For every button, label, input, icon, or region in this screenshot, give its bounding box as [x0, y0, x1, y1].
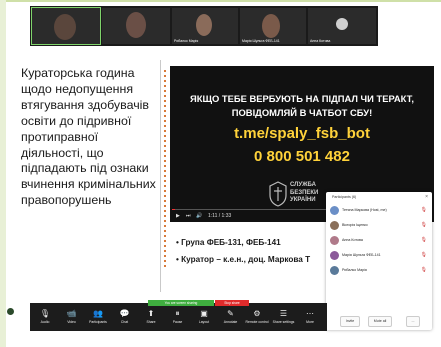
sbu-title-line: БЕЗПЕКИ [290, 189, 319, 196]
participant-row[interactable]: Анна Котова 🎙 [330, 234, 430, 248]
sbu-title: СЛУЖБА БЕЗПЕКИ УКРАЇНИ [290, 182, 318, 205]
toolbar-button-label: Participants [89, 320, 107, 324]
sbu-title-line: СЛУЖБА [290, 182, 316, 188]
screen-sharing-banner: You are screen sharing [148, 300, 214, 306]
video-time: 1:11 / 1:33 [208, 213, 232, 219]
microphone-icon[interactable]: 🎙 [421, 207, 427, 213]
toolbar-button-pause[interactable]: ⏸ Pause [166, 309, 190, 324]
participants-icon: 👥 [93, 309, 103, 318]
toolbar-button-label: Audio [40, 320, 50, 324]
slide-dotted-line [164, 70, 166, 270]
participant-name: Марія Шульга ФЕБ-141 [342, 253, 381, 257]
annotate-icon: ✎ [227, 309, 234, 318]
video-thumbnail-strip: Рибалко Марія Марія Шульга ФЕБ-141 Анна … [30, 6, 378, 46]
toolbar-button-label: Video [67, 320, 76, 324]
avatar [330, 266, 339, 275]
mute-all-button[interactable]: Mute all [368, 316, 392, 327]
avatar [330, 236, 339, 245]
toolbar-button-label: Annotate [223, 320, 238, 324]
toolbar-button-label: Pause [172, 320, 183, 324]
recording-indicator-icon [7, 308, 14, 315]
video-tile-name: Анна Котова [310, 39, 331, 43]
participant-row[interactable]: Вікторія Іщенко 🎙 [330, 219, 430, 233]
participant-name: Вікторія Іщенко [342, 223, 368, 227]
toolbar-button-label: Remote control [245, 320, 269, 324]
toolbar-button-label: Chat [120, 320, 129, 324]
toolbar-button-participants[interactable]: 👥 Participants [86, 309, 110, 324]
next-icon[interactable]: ⏭ [186, 213, 191, 219]
toolbar-button-layout[interactable]: ▣ Layout [192, 309, 216, 324]
participant-name: Анна Котова [342, 238, 363, 242]
video-tile-5[interactable]: Анна Котова [308, 8, 376, 44]
toolbar-button-annotate[interactable]: ✎ Annotate [219, 309, 243, 324]
microphone-icon[interactable]: 🎙 [421, 222, 427, 228]
toolbar-button-share[interactable]: ⬆ Share [139, 309, 163, 324]
toolbar-button-label: Layout [198, 320, 210, 324]
participants-title: Participants (6) [332, 195, 357, 199]
more-icon: ⋯ [306, 309, 314, 318]
participant-video [262, 14, 280, 38]
layout-icon: ▣ [200, 309, 208, 318]
invite-button[interactable]: Invite [340, 316, 360, 327]
video-headline-1: ЯКЩО ТЕБЕ ВЕРБУЮТЬ НА ПІДПАЛ ЧИ ТЕРАКТ, [189, 93, 415, 104]
share-icon: ⬆ [147, 309, 155, 318]
play-icon[interactable]: ▶ [176, 213, 180, 219]
video-tile-1[interactable] [31, 7, 101, 45]
toolbar-button-label: Share [146, 320, 156, 324]
video-phone-number: 0 800 501 482 [254, 148, 350, 165]
toolbar-button-remote-control[interactable]: ⚙ Remote control [245, 309, 269, 324]
microphone-icon[interactable]: 🎙 [421, 252, 427, 258]
bullet-text: Куратор – к.е.н., доц. Маркова Т [181, 255, 311, 264]
avatar [330, 251, 339, 260]
toolbar-button-label: Share settings [272, 320, 295, 324]
bullet-text: Група ФЕБ-131, ФЕБ-141 [181, 238, 281, 247]
pause-icon: ⏸ [175, 309, 180, 318]
window-top-border [6, 0, 441, 2]
slide-divider [160, 60, 161, 292]
close-icon[interactable]: × [425, 194, 428, 200]
remote-control-icon: ⚙ [253, 309, 261, 318]
participants-panel: Participants (6) × Тетяна Маркова (Host,… [326, 192, 432, 330]
stop-share-button[interactable]: Stop share [215, 300, 249, 306]
video-bot-link: t.me/spaly_fsb_bot [234, 125, 370, 142]
avatar-placeholder-icon [336, 18, 348, 30]
sbu-emblem-icon [269, 181, 287, 207]
volume-icon[interactable]: 🔊 [196, 213, 202, 219]
video-tile-3[interactable]: Рибалко Марія [172, 8, 238, 44]
toolbar-button-chat[interactable]: 💬 Chat [113, 309, 137, 324]
toolbar-button-audio[interactable]: 🎙 Audio [33, 309, 57, 324]
microphone-icon[interactable]: 🎙 [421, 267, 427, 273]
video-headline-2: ПОВІДОМЛЯЙ В ЧАТБОТ СБУ! [231, 107, 373, 118]
participant-video [196, 14, 212, 36]
participant-video [54, 14, 76, 40]
slide-left-text: Кураторська година щодо недопущення втяг… [21, 66, 156, 208]
chat-icon: 💬 [119, 309, 130, 318]
more-options-button[interactable]: ... [406, 316, 420, 327]
video-tile-4[interactable]: Марія Шульга ФЕБ-141 [240, 8, 306, 44]
audio-icon: 🎙 [39, 309, 51, 318]
participant-video [126, 12, 146, 38]
toolbar-button-label: More [306, 320, 314, 324]
meeting-toolbar: You are screen sharing Stop share 🎙 Audio… [30, 300, 327, 331]
participant-name: Тетяна Маркова (Host, me) [342, 208, 387, 212]
microphone-icon[interactable]: 🎙 [421, 237, 427, 243]
avatar [330, 206, 339, 215]
toolbar-button-share-settings[interactable]: ☰ Share settings [272, 309, 296, 324]
avatar [330, 221, 339, 230]
window-edge [0, 0, 6, 347]
toolbar-button-video[interactable]: 📹 Video [60, 309, 84, 324]
participant-row[interactable]: Марія Шульга ФЕБ-141 🎙 [330, 249, 430, 263]
participant-row[interactable]: Рибалко Марія 🎙 [330, 264, 430, 278]
video-tile-2[interactable] [102, 8, 170, 44]
video-tile-name: Рибалко Марія [174, 39, 199, 43]
video-tile-name: Марія Шульга ФЕБ-141 [242, 39, 280, 43]
video-icon: 📹 [66, 309, 77, 318]
participant-row[interactable]: Тетяна Маркова (Host, me) 🎙 [330, 204, 430, 218]
sbu-title-line: УКРАЇНИ [290, 197, 316, 203]
participant-name: Рибалко Марія [342, 268, 367, 272]
share-settings-icon: ☰ [279, 309, 288, 318]
toolbar-button-more[interactable]: ⋯ More [298, 309, 322, 324]
